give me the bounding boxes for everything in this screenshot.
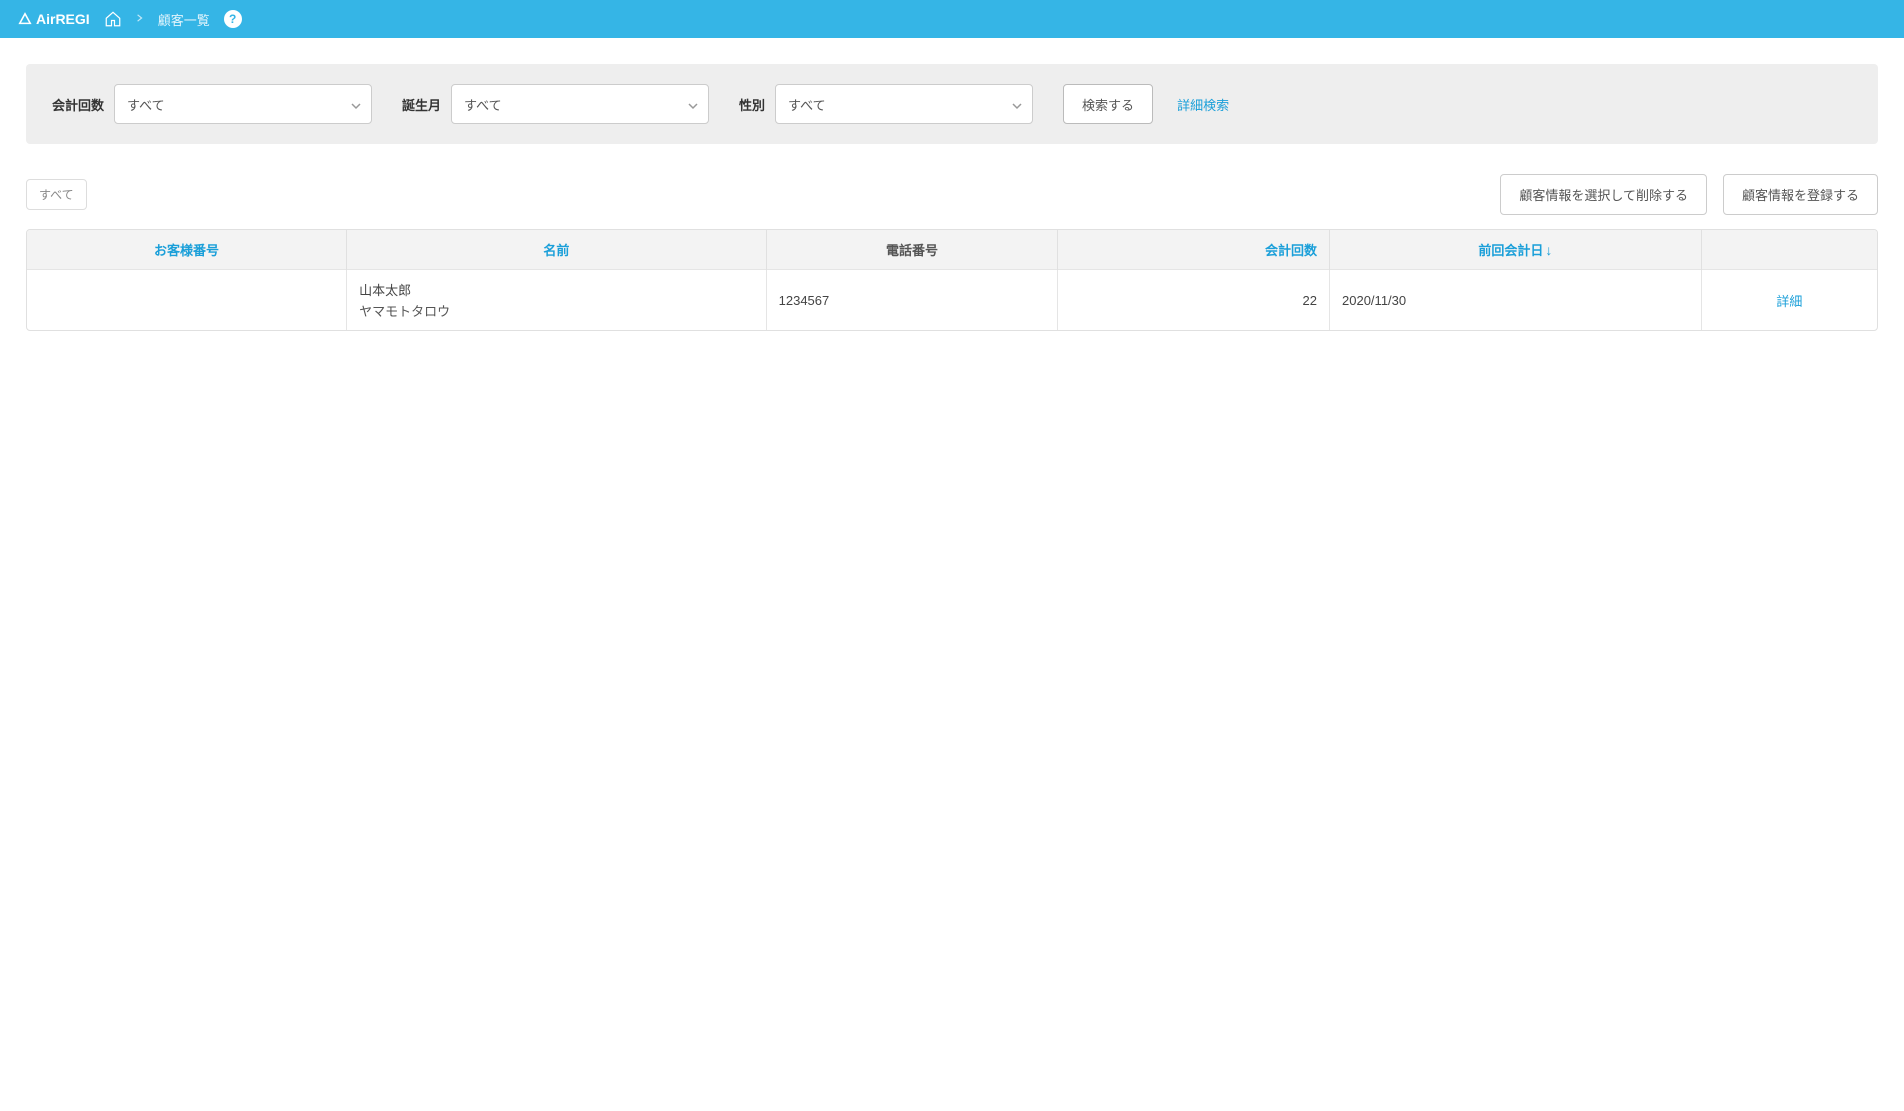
- logo-icon: [18, 12, 32, 26]
- col-last-date-label: 前回会計日: [1478, 243, 1543, 258]
- table-row: 山本太郎 ヤマモトタロウ 1234567 22 2020/11/30 詳細: [27, 270, 1877, 331]
- advanced-search-link[interactable]: 詳細検索: [1177, 95, 1229, 114]
- cell-customer-number: [27, 270, 347, 331]
- table-header-row: お客様番号 名前 電話番号 会計回数 前回会計日↓: [27, 230, 1877, 270]
- chevron-down-icon: [351, 99, 361, 109]
- chevron-down-icon: [1012, 99, 1022, 109]
- col-phone: 電話番号: [766, 230, 1058, 270]
- home-icon[interactable]: [104, 10, 122, 28]
- sort-descending-icon: ↓: [1545, 242, 1552, 258]
- filter-gender-label: 性別: [739, 95, 765, 114]
- register-customer-button[interactable]: 顧客情報を登録する: [1723, 174, 1878, 215]
- logo[interactable]: AirREGI: [18, 11, 90, 27]
- col-last-date[interactable]: 前回会計日↓: [1330, 230, 1702, 270]
- chevron-down-icon: [688, 99, 698, 109]
- filter-gender-select[interactable]: すべて: [775, 84, 1033, 124]
- col-name[interactable]: 名前: [347, 230, 767, 270]
- cell-phone: 1234567: [766, 270, 1058, 331]
- customer-name: 山本太郎: [359, 280, 754, 299]
- filter-birth-label: 誕生月: [402, 95, 441, 114]
- detail-link[interactable]: 詳細: [1776, 294, 1802, 309]
- customer-name-kana: ヤマモトタロウ: [359, 301, 754, 320]
- cell-last-date: 2020/11/30: [1330, 270, 1702, 331]
- filter-count-value: すべて: [127, 95, 165, 114]
- breadcrumb-current: 顧客一覧: [158, 10, 210, 29]
- filter-birth-value: すべて: [464, 95, 502, 114]
- cell-name: 山本太郎 ヤマモトタロウ: [347, 270, 767, 331]
- filter-gender-value: すべて: [788, 95, 826, 114]
- app-header: AirREGI 顧客一覧 ?: [0, 0, 1904, 38]
- toolbar: すべて 顧客情報を選択して削除する 顧客情報を登録する: [26, 174, 1878, 215]
- filter-birth-select[interactable]: すべて: [451, 84, 709, 124]
- toolbar-right: 顧客情報を選択して削除する 顧客情報を登録する: [1500, 174, 1878, 215]
- logo-text: AirREGI: [36, 11, 90, 27]
- filter-count-label: 会計回数: [52, 95, 104, 114]
- col-customer-number[interactable]: お客様番号: [27, 230, 347, 270]
- col-count[interactable]: 会計回数: [1058, 230, 1330, 270]
- cell-action: 詳細: [1701, 270, 1877, 331]
- filter-tab-all[interactable]: すべて: [26, 179, 87, 210]
- help-icon[interactable]: ?: [224, 10, 242, 28]
- search-button[interactable]: 検索する: [1063, 84, 1153, 124]
- filter-count-select[interactable]: すべて: [114, 84, 372, 124]
- breadcrumb-separator-icon: [136, 13, 144, 25]
- delete-customers-button[interactable]: 顧客情報を選択して削除する: [1500, 174, 1707, 215]
- cell-count: 22: [1058, 270, 1330, 331]
- filter-bar: 会計回数 すべて 誕生月 すべて 性別 すべて 検索する 詳細検索: [26, 64, 1878, 144]
- customer-table: お客様番号 名前 電話番号 会計回数 前回会計日↓ 山本太郎 ヤマモトタロウ 1…: [26, 229, 1878, 331]
- col-action: [1701, 230, 1877, 270]
